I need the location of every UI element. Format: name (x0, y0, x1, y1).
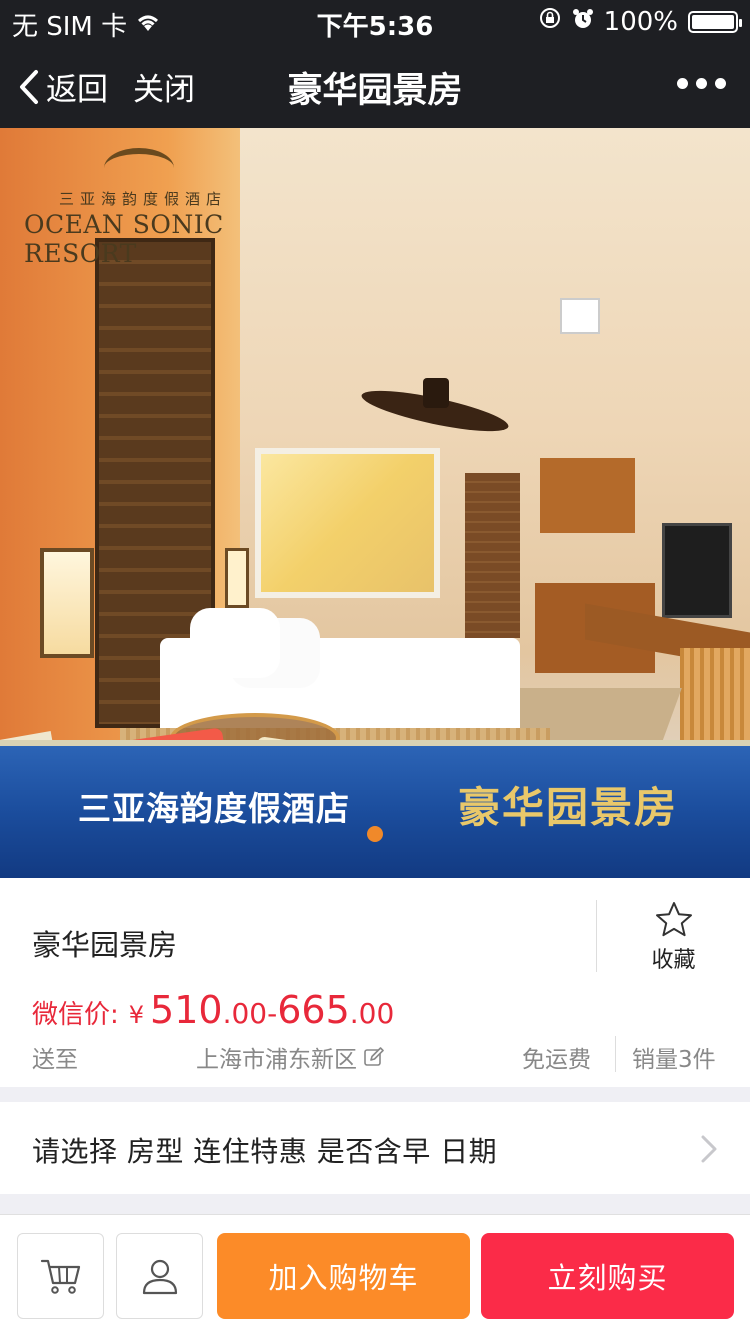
price-line: 微信价: ¥ 510 .00 - 665 .00 (32, 988, 394, 1032)
hotel-logo: 三亚海韵度假酒店 OCEAN SONIC RESORT (24, 148, 264, 268)
logo-mark (104, 148, 174, 188)
sku-select-row[interactable]: 请选择 房型 连住特惠 是否含早 日期 (0, 1102, 750, 1194)
price-max-int: 665 (277, 988, 350, 1032)
cart-button[interactable] (17, 1233, 104, 1319)
rotation-lock-icon (538, 6, 562, 37)
carousel-indicator-dot[interactable] (367, 826, 383, 842)
top-bar: 无 SIM 卡 下午5:36 100% 返回 关闭 豪华园景房 (0, 0, 750, 128)
logo-en-text: OCEAN SONIC RESORT (24, 210, 224, 268)
sku-select-text: 请选择 房型 连住特惠 是否含早 日期 (32, 1135, 498, 1168)
more-dots-icon[interactable] (677, 78, 726, 89)
lamp (40, 548, 94, 658)
nav-bar: 返回 关闭 豪华园景房 (0, 42, 750, 128)
buy-now-button[interactable]: 立刻购买 (481, 1233, 734, 1319)
price-min-dec: .00 (222, 997, 268, 1030)
product-info: 豪华园景房 收藏 微信价: ¥ 510 .00 - 665 .00 送至 上海市… (0, 878, 750, 1087)
banner-room-name: 豪华园景房 (458, 783, 679, 832)
battery-text: 100% (603, 6, 678, 37)
ship-to-label: 送至 (32, 1047, 78, 1073)
close-button[interactable]: 关闭 (133, 64, 195, 109)
location-selector[interactable]: 上海市浦东新区 (196, 1040, 385, 1074)
banner-hotel-name: 三亚海韵度假酒店 (78, 789, 350, 828)
battery-level (692, 14, 734, 29)
price-min-int: 510 (150, 988, 223, 1032)
status-bar: 无 SIM 卡 下午5:36 100% (0, 0, 750, 42)
favorite-button[interactable]: 收藏 (596, 900, 750, 973)
price-separator: - (267, 997, 278, 1030)
currency-symbol: ¥ (128, 1001, 145, 1029)
edit-icon (364, 1047, 384, 1066)
alarm-icon (572, 7, 594, 37)
battery-icon (688, 10, 742, 33)
cart-icon (40, 1259, 80, 1294)
price-max-dec: .00 (349, 997, 395, 1030)
chevron-right-icon (701, 1135, 717, 1163)
favorite-label: 收藏 (651, 948, 696, 973)
add-to-cart-button[interactable]: 加入购物车 (217, 1233, 470, 1319)
price-label: 微信价: (32, 1000, 119, 1030)
divider (615, 1036, 616, 1072)
location-text: 上海市浦东新区 (196, 1047, 357, 1073)
star-outline-icon (655, 902, 692, 937)
bottom-action-bar: 加入购物车 立刻购买 (0, 1214, 750, 1334)
product-image-carousel[interactable]: 三亚海韵度假酒店 OCEAN SONIC RESORT 三亚海韵度假酒店 豪华园… (0, 128, 750, 878)
user-icon (142, 1259, 177, 1295)
back-button[interactable]: 返回 (18, 64, 108, 109)
back-label: 返回 (46, 72, 108, 108)
user-button[interactable] (116, 1233, 203, 1319)
shipping-fee-text: 免运费 (522, 1047, 591, 1073)
sales-count: 销量3件 (632, 1047, 716, 1073)
banner-caption-strip: 三亚海韵度假酒店 豪华园景房 (0, 740, 750, 878)
page-title: 豪华园景房 (287, 71, 463, 111)
chevron-left-icon (20, 69, 38, 104)
product-name: 豪华园景房 (32, 928, 178, 962)
logo-cn-text: 三亚海韵度假酒店 (59, 190, 228, 208)
